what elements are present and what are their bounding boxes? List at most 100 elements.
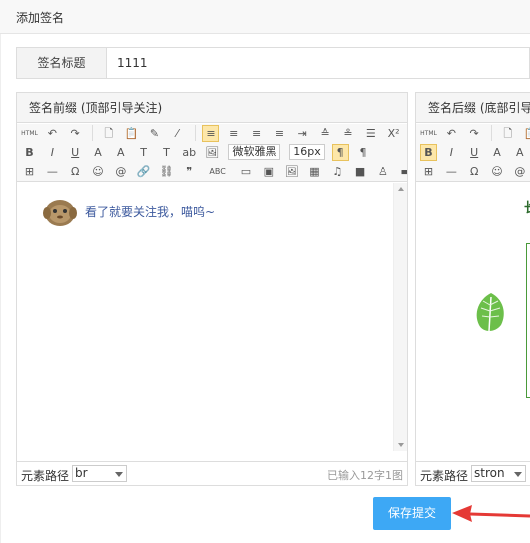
align-justify-icon[interactable]: ≡ bbox=[271, 125, 288, 142]
clear-format-icon[interactable]: ⁄ bbox=[169, 125, 186, 142]
font-size-select[interactable]: 16px bbox=[289, 144, 325, 160]
gallery-icon[interactable]: ▦ bbox=[306, 163, 323, 180]
prefix-editor-statusbar: 元素路径 br 已输入12字1图 bbox=[17, 461, 407, 485]
scroll-down-icon[interactable] bbox=[398, 443, 404, 447]
cat-avatar-icon bbox=[43, 200, 77, 226]
video-icon[interactable]: ■ bbox=[352, 163, 369, 180]
suffix-editor-heading: 签名后缀 (底部引导关注 bbox=[416, 93, 530, 123]
emoji-icon[interactable]: ☺ bbox=[488, 163, 505, 180]
unlink-icon[interactable]: ⛓ bbox=[158, 163, 175, 180]
suffix-editor-panel: 签名后缀 (底部引导关注 HTML ↶ ↷ 🗋 📋 B I U A A ⊞ — … bbox=[415, 92, 530, 486]
suffix-editor-toolbar: HTML ↶ ↷ 🗋 📋 B I U A A ⊞ — Ω ☺ @ bbox=[416, 124, 530, 182]
html-source-button[interactable]: HTML bbox=[21, 125, 38, 142]
align-right-icon[interactable]: ≡ bbox=[248, 125, 265, 142]
redo-icon[interactable]: ↷ bbox=[67, 125, 84, 142]
prefix-editor-toolbar: HTML ↶ ↷ 🗋 📋 ✎ ⁄ ≡ ≡ ≡ ≡ ⇥ ≙ ≗ ☰ X² X₂ B… bbox=[17, 124, 407, 182]
leaf-icon bbox=[476, 293, 504, 332]
chevron-down-icon bbox=[514, 472, 522, 477]
table-icon[interactable]: ⊞ bbox=[21, 163, 38, 180]
paste-icon[interactable]: 📋 bbox=[522, 125, 530, 142]
title-field-label: 签名标题 bbox=[17, 48, 107, 78]
left-edge bbox=[0, 34, 1, 543]
insert-image-icon[interactable]: 🖼 bbox=[204, 144, 221, 161]
special-char-icon[interactable]: Ω bbox=[67, 163, 84, 180]
picture-icon[interactable]: 🖼 bbox=[283, 163, 300, 180]
font-border-icon[interactable]: A bbox=[89, 144, 106, 161]
html-source-button[interactable]: HTML bbox=[420, 125, 437, 142]
prefix-editor-content[interactable]: 看了就要关注我，喵呜~ bbox=[17, 183, 407, 451]
letter-spacing-icon[interactable]: ab bbox=[181, 144, 198, 161]
table-icon[interactable]: ⊞ bbox=[420, 163, 437, 180]
mention-icon[interactable]: @ bbox=[112, 163, 129, 180]
toolbar-row-3: ⊞ — Ω ☺ @ 🔗 ⛓ ❞ ABC ▭ ▣ 🖼 ▦ ♫ ■ ♙ ▬ bbox=[21, 163, 407, 181]
font-color-icon[interactable]: A bbox=[112, 144, 129, 161]
mention-icon[interactable]: @ bbox=[511, 163, 528, 180]
dialog-header: 添加签名 bbox=[0, 0, 530, 34]
text-transform-icon[interactable]: T bbox=[158, 144, 175, 161]
prefix-editor-heading: 签名前缀 (顶部引导关注) bbox=[17, 93, 407, 123]
format-brush-icon[interactable]: ✎ bbox=[146, 125, 163, 142]
prefix-editor-panel: 签名前缀 (顶部引导关注) HTML ↶ ↷ 🗋 📋 ✎ ⁄ ≡ ≡ ≡ ≡ ⇥… bbox=[16, 92, 408, 486]
line-height-icon[interactable]: ≙ bbox=[317, 125, 334, 142]
undo-icon[interactable]: ↶ bbox=[44, 125, 61, 142]
toolbar-separator bbox=[491, 125, 493, 141]
ltr-icon[interactable]: ¶ bbox=[331, 144, 349, 161]
toolbar-separator bbox=[194, 125, 196, 141]
horizontal-rule-icon[interactable]: — bbox=[443, 163, 460, 180]
link-icon[interactable]: 🔗 bbox=[135, 163, 152, 180]
toolbar-row-3: ⊞ — Ω ☺ @ bbox=[420, 163, 530, 181]
element-path-value: br bbox=[75, 466, 88, 480]
chevron-down-icon bbox=[115, 472, 123, 477]
new-document-icon[interactable]: 🗋 bbox=[499, 125, 516, 142]
element-path-select[interactable]: stron bbox=[471, 465, 526, 482]
suffix-editor-content[interactable]: 长 bbox=[416, 183, 530, 451]
red-arrow-icon bbox=[452, 505, 530, 522]
toolbar-separator bbox=[92, 125, 94, 141]
superscript-icon[interactable]: X² bbox=[385, 125, 402, 142]
align-left-icon[interactable]: ≡ bbox=[202, 125, 220, 142]
stamp-icon[interactable]: ♙ bbox=[374, 163, 391, 180]
italic-icon[interactable]: I bbox=[443, 144, 460, 161]
music-icon[interactable]: ♫ bbox=[329, 163, 346, 180]
rtl-icon[interactable]: ¶ bbox=[354, 144, 371, 161]
paragraph-spacing-icon[interactable]: ≗ bbox=[339, 125, 356, 142]
toolbar-row-1: HTML ↶ ↷ 🗋 📋 bbox=[420, 125, 530, 143]
font-border-icon[interactable]: A bbox=[488, 144, 505, 161]
redo-icon[interactable]: ↷ bbox=[466, 125, 483, 142]
image-block-icon[interactable]: ▣ bbox=[260, 163, 277, 180]
bold-icon[interactable]: B bbox=[21, 144, 38, 161]
element-path-label: 元素路径 bbox=[21, 469, 70, 483]
quote-icon[interactable]: ❞ bbox=[181, 163, 198, 180]
italic-icon[interactable]: I bbox=[44, 144, 61, 161]
paste-icon[interactable]: 📋 bbox=[123, 125, 140, 142]
bold-icon[interactable]: B bbox=[420, 144, 437, 161]
align-center-icon[interactable]: ≡ bbox=[225, 125, 242, 142]
font-color-icon[interactable]: A bbox=[511, 144, 528, 161]
horizontal-rule-icon[interactable]: — bbox=[44, 163, 61, 180]
element-path-value: stron bbox=[474, 466, 505, 480]
indent-icon[interactable]: ⇥ bbox=[294, 125, 311, 142]
word-count: 已输入12字1图 bbox=[327, 469, 403, 482]
editor-scrollbar[interactable] bbox=[393, 183, 407, 451]
font-family-select[interactable]: 微软雅黑 bbox=[228, 144, 281, 160]
element-path-label: 元素路径 bbox=[420, 469, 469, 483]
background-color-icon[interactable]: T bbox=[135, 144, 152, 161]
template-icon[interactable]: ▬ bbox=[397, 163, 407, 180]
emoji-icon[interactable]: ☺ bbox=[89, 163, 106, 180]
save-submit-button[interactable]: 保存提交 bbox=[373, 497, 451, 530]
frame-icon[interactable]: ▭ bbox=[237, 163, 254, 180]
element-path-select[interactable]: br bbox=[72, 465, 127, 482]
underline-icon[interactable]: U bbox=[466, 144, 483, 161]
undo-icon[interactable]: ↶ bbox=[443, 125, 460, 142]
spellcheck-icon[interactable]: ABC bbox=[204, 163, 232, 180]
scroll-up-icon[interactable] bbox=[398, 187, 404, 191]
special-char-icon[interactable]: Ω bbox=[466, 163, 483, 180]
title-input[interactable]: 1111 bbox=[117, 48, 148, 78]
toolbar-row-2: B I U A A bbox=[420, 144, 530, 162]
dialog-title: 添加签名 bbox=[16, 11, 65, 25]
list-icon[interactable]: ☰ bbox=[362, 125, 379, 142]
prefix-content-text: 看了就要关注我，喵呜~ bbox=[85, 205, 216, 219]
green-border-box bbox=[526, 243, 530, 398]
underline-icon[interactable]: U bbox=[67, 144, 84, 161]
new-document-icon[interactable]: 🗋 bbox=[100, 125, 117, 142]
